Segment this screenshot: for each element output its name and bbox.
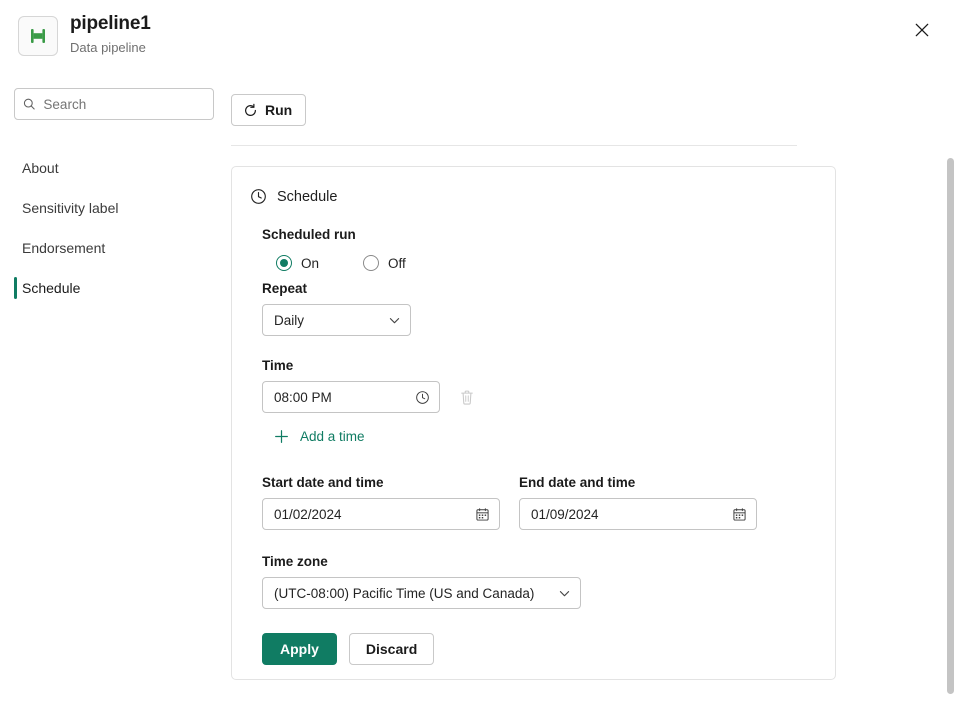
radio-scheduled-run-on[interactable]: On [276,255,319,271]
search-icon [23,97,35,111]
radio-mark [363,255,379,271]
time-row: 08:00 PM [262,381,817,413]
close-icon [915,23,929,37]
repeat-dropdown[interactable]: Daily [262,304,411,336]
end-date-label: End date and time [519,475,757,490]
chevron-down-icon [388,314,401,327]
time-zone-value: (UTC-08:00) Pacific Time (US and Canada) [274,586,534,601]
scrollbar-thumb[interactable] [947,158,954,694]
chevron-down-icon [558,587,571,600]
repeat-value: Daily [274,313,304,328]
clock-icon [250,188,267,205]
run-button-label: Run [265,102,292,118]
sidebar-item-label: Sensitivity label [22,200,119,216]
delete-time-button[interactable] [452,382,482,412]
plus-icon [274,429,289,444]
scheduled-run-label: Scheduled run [262,227,817,242]
end-date-field: End date and time 01/09/2024 [519,475,757,530]
toolbar: Run [231,94,306,126]
calendar-icon [475,507,490,522]
refresh-icon [243,103,258,118]
time-value: 08:00 PM [274,390,332,405]
radio-label: Off [388,256,406,271]
trash-icon [459,389,475,406]
end-date-picker[interactable]: 01/09/2024 [519,498,757,530]
search-input[interactable] [43,97,205,112]
time-label: Time [262,358,817,373]
sidebar-item-endorsement[interactable]: Endorsement [0,228,215,268]
time-zone-label: Time zone [262,554,817,569]
card-actions: Apply Discard [262,633,817,665]
page-title: pipeline1 [70,12,151,36]
time-field: Time 08:00 PM [262,358,817,413]
settings-panel: pipeline1 Data pipeline About Sensitivit… [0,0,956,706]
sidebar-item-label: Schedule [22,280,80,296]
add-time-button[interactable]: Add a time [274,429,365,444]
sidebar-item-schedule[interactable]: Schedule [0,268,215,308]
start-date-label: Start date and time [262,475,500,490]
sidebar-item-sensitivity-label[interactable]: Sensitivity label [0,188,215,228]
radio-mark [276,255,292,271]
sidebar-item-about[interactable]: About [0,148,215,188]
sidebar-nav: About Sensitivity label Endorsement Sche… [0,148,215,308]
run-button[interactable]: Run [231,94,306,126]
repeat-field: Repeat Daily [262,281,817,336]
scheduled-run-radio-group: On Off [276,255,817,271]
discard-button[interactable]: Discard [349,633,434,665]
close-button[interactable] [906,14,938,46]
date-range-row: Start date and time 01/02/2024 [262,475,817,530]
start-date-picker[interactable]: 01/02/2024 [262,498,500,530]
time-zone-dropdown[interactable]: (UTC-08:00) Pacific Time (US and Canada) [262,577,581,609]
sidebar-item-label: About [22,160,59,176]
data-pipeline-icon [18,16,58,56]
add-time-label: Add a time [300,429,365,444]
time-zone-field: Time zone (UTC-08:00) Pacific Time (US a… [262,554,817,609]
calendar-icon [732,507,747,522]
clock-icon [415,390,430,405]
end-date-value: 01/09/2024 [531,507,599,522]
sidebar-item-label: Endorsement [22,240,105,256]
repeat-label: Repeat [262,281,817,296]
schedule-card-header: Schedule [232,167,835,205]
start-date-value: 01/02/2024 [274,507,342,522]
start-date-field: Start date and time 01/02/2024 [262,475,500,530]
toolbar-divider [231,145,797,146]
title-block: pipeline1 Data pipeline [70,12,151,57]
search-box[interactable] [14,88,214,120]
apply-button[interactable]: Apply [262,633,337,665]
radio-label: On [301,256,319,271]
schedule-card-title: Schedule [277,189,337,205]
time-picker[interactable]: 08:00 PM [262,381,440,413]
schedule-card: Schedule Scheduled run On Off Repeat Dai… [231,166,836,680]
radio-scheduled-run-off[interactable]: Off [363,255,406,271]
page-subtitle: Data pipeline [70,39,151,57]
panel-header: pipeline1 Data pipeline [0,0,956,78]
